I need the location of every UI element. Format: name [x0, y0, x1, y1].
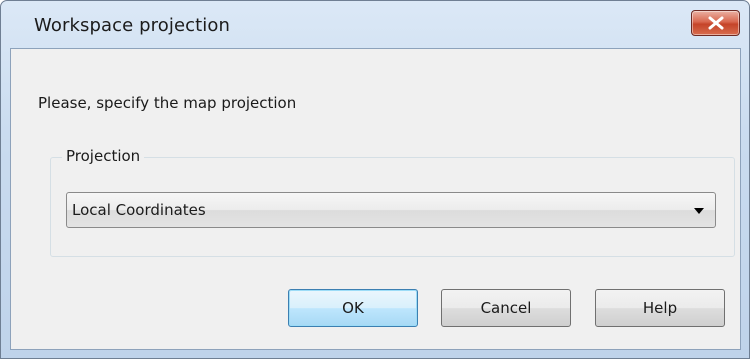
projection-select[interactable]: Local Coordinates [66, 192, 716, 228]
dialog-window: Workspace projection Please, specify the… [0, 0, 750, 359]
window-title: Workspace projection [34, 15, 231, 36]
cancel-button[interactable]: Cancel [441, 289, 571, 327]
dialog-body: Please, specify the map projection Proje… [10, 48, 741, 350]
prompt-text: Please, specify the map projection [38, 94, 297, 112]
projection-groupbox: Projection Local Coordinates [50, 147, 735, 257]
projection-group-label: Projection [62, 147, 145, 165]
projection-selected-value: Local Coordinates [72, 201, 206, 219]
ok-button[interactable]: OK [288, 289, 418, 327]
close-button[interactable] [691, 10, 740, 36]
help-button[interactable]: Help [595, 289, 725, 327]
close-icon [708, 16, 724, 30]
title-bar[interactable]: Workspace projection [1, 1, 749, 49]
chevron-down-icon[interactable] [693, 207, 705, 215]
